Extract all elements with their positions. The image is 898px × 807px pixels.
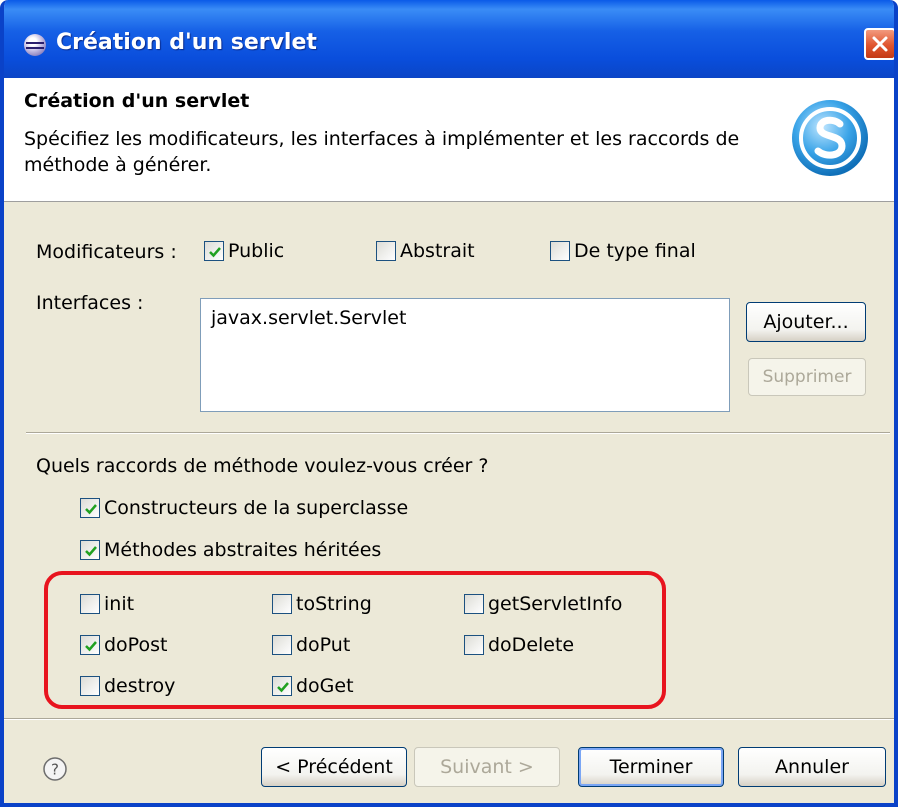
page-title: Création d'un servlet — [24, 90, 250, 112]
final-label: De type final — [574, 240, 696, 262]
checkbox-box[interactable] — [376, 241, 396, 261]
interface-item[interactable]: javax.servlet.Servlet — [211, 307, 719, 329]
getservletinfo-checkbox[interactable]: getServletInfo — [464, 593, 622, 615]
destroy-label: destroy — [104, 675, 176, 697]
checkbox-box[interactable] — [80, 498, 100, 518]
checkbox-box[interactable] — [272, 676, 292, 696]
superclass-constructors-checkbox[interactable]: Constructeurs de la superclasse — [80, 497, 408, 519]
servlet-logo-icon — [792, 100, 868, 176]
close-icon — [872, 36, 888, 52]
public-label: Public — [228, 240, 285, 262]
abstract-label: Abstrait — [400, 240, 475, 262]
checkmark-icon — [85, 641, 97, 652]
checkbox-box[interactable] — [80, 540, 100, 560]
add-interface-button[interactable]: Ajouter... — [746, 302, 866, 342]
checkbox-box[interactable] — [464, 635, 484, 655]
superclass-constructors-label: Constructeurs de la superclasse — [104, 497, 409, 519]
checkbox-box[interactable] — [272, 635, 292, 655]
close-button[interactable] — [864, 28, 894, 60]
footer-separator — [4, 718, 894, 720]
window-title: Création d'un servlet — [56, 30, 317, 55]
checkbox-box[interactable] — [204, 241, 224, 261]
dodelete-checkbox[interactable]: doDelete — [464, 634, 574, 656]
dialog-window: Création d'un servlet Création d'un serv… — [0, 0, 898, 807]
checkmark-icon — [85, 504, 97, 515]
separator — [26, 432, 890, 434]
init-checkbox[interactable]: init — [80, 593, 134, 615]
doget-checkbox[interactable]: doGet — [272, 675, 354, 697]
modifiers-label: Modificateurs : — [36, 241, 177, 263]
getservletinfo-label: getServletInfo — [488, 593, 623, 615]
public-checkbox[interactable]: Public — [204, 240, 284, 262]
back-button[interactable]: < Précédent — [261, 747, 407, 787]
doput-label: doPut — [296, 634, 351, 656]
inherited-abstract-label: Méthodes abstraites héritées — [104, 539, 382, 561]
finish-button[interactable]: Terminer — [578, 747, 724, 787]
tostring-label: toString — [296, 593, 372, 615]
checkbox-box[interactable] — [80, 676, 100, 696]
checkmark-icon — [277, 682, 289, 693]
doput-checkbox[interactable]: doPut — [272, 634, 350, 656]
checkbox-box[interactable] — [80, 594, 100, 614]
checkmark-icon — [85, 546, 97, 557]
stubs-question: Quels raccords de méthode voulez-vous cr… — [36, 455, 489, 477]
final-checkbox[interactable]: De type final — [550, 240, 696, 262]
checkbox-box[interactable] — [272, 594, 292, 614]
cancel-button[interactable]: Annuler — [738, 747, 886, 787]
svg-text:?: ? — [51, 761, 59, 779]
checkbox-box[interactable] — [80, 635, 100, 655]
checkbox-box[interactable] — [550, 241, 570, 261]
checkbox-box[interactable] — [464, 594, 484, 614]
dopost-checkbox[interactable]: doPost — [80, 634, 167, 656]
doget-label: doGet — [296, 675, 354, 697]
remove-interface-button[interactable]: Supprimer — [748, 358, 866, 396]
eclipse-icon — [24, 34, 46, 56]
next-button[interactable]: Suivant > — [414, 747, 560, 787]
dopost-label: doPost — [104, 634, 168, 656]
tostring-checkbox[interactable]: toString — [272, 593, 372, 615]
inherited-abstract-checkbox[interactable]: Méthodes abstraites héritées — [80, 539, 381, 561]
abstract-checkbox[interactable]: Abstrait — [376, 240, 475, 262]
interfaces-label: Interfaces : — [36, 292, 144, 314]
help-icon[interactable]: ? — [42, 756, 68, 782]
interfaces-list[interactable]: javax.servlet.Servlet — [200, 298, 730, 412]
page-description: Spécifiez les modificateurs, les interfa… — [24, 128, 740, 176]
title-bar[interactable]: Création d'un servlet — [4, 0, 894, 78]
wizard-header: Création d'un servlet Spécifiez les modi… — [4, 78, 894, 202]
init-label: init — [104, 593, 135, 615]
dodelete-label: doDelete — [488, 634, 575, 656]
destroy-checkbox[interactable]: destroy — [80, 675, 175, 697]
checkmark-icon — [209, 247, 221, 258]
